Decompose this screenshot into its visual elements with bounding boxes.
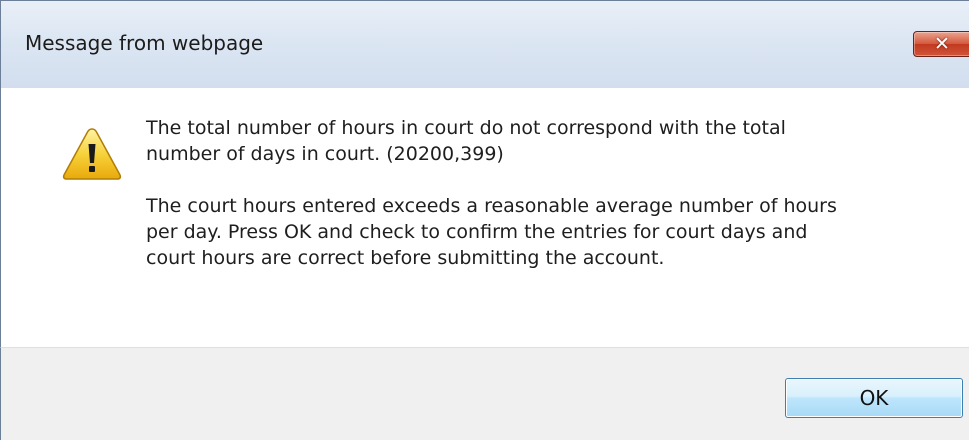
dialog-content: The total number of hours in court do no… xyxy=(0,88,969,347)
title-bar[interactable]: Message from webpage ✕ xyxy=(0,0,969,88)
dialog-footer: OK xyxy=(0,347,969,440)
dialog-title: Message from webpage xyxy=(25,31,264,55)
message-paragraph-1: The total number of hours in court do no… xyxy=(146,117,786,165)
message-dialog: Message from webpage ✕ The total number … xyxy=(0,0,969,440)
warning-icon xyxy=(62,128,122,180)
close-icon: ✕ xyxy=(934,33,950,55)
close-button[interactable]: ✕ xyxy=(913,31,969,57)
ok-button[interactable]: OK xyxy=(785,378,963,418)
message-text: The total number of hours in court do no… xyxy=(146,115,946,271)
message-paragraph-2: The court hours entered exceeds a reason… xyxy=(146,195,837,269)
